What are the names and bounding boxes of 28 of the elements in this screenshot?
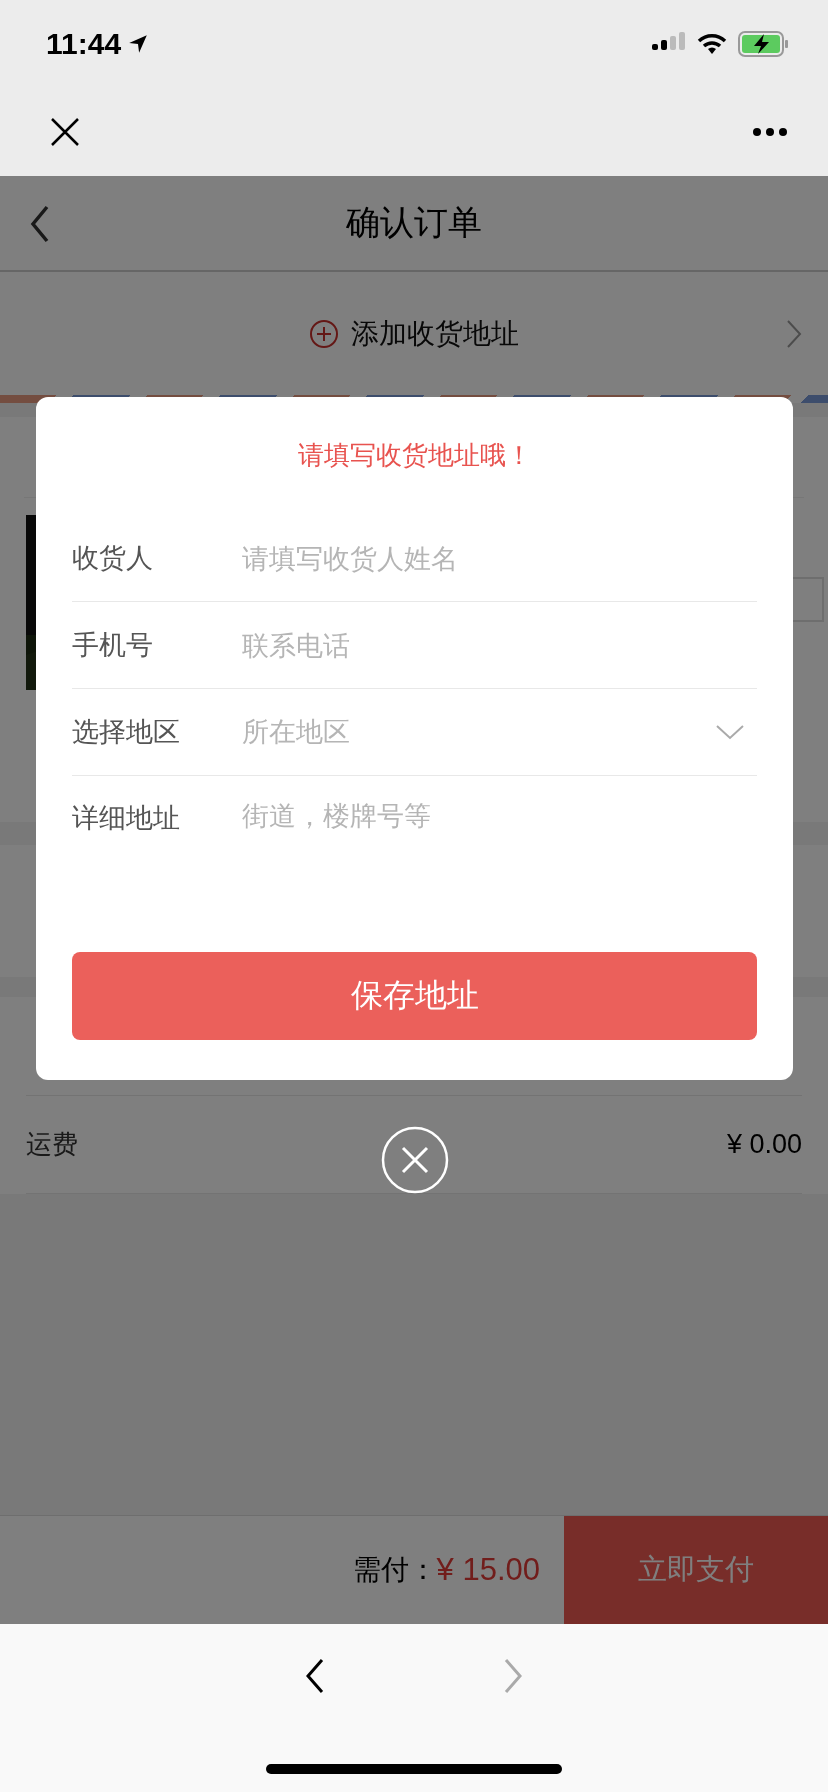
battery-charging-icon [738,31,790,57]
add-address-row[interactable]: 添加收货地址 [0,272,828,395]
location-arrow-icon [127,33,150,55]
clock-time: 11:44 [46,27,122,61]
back-icon[interactable] [305,1658,325,1694]
page-title: 确认订单 [346,201,482,244]
chevron-down-icon [715,724,745,740]
region-select[interactable]: 所在地区 [242,707,757,757]
close-icon[interactable] [50,117,80,147]
more-icon[interactable] [752,127,788,137]
field-label: 手机号 [72,628,154,662]
field-label: 选择地区 [72,715,181,749]
input-field[interactable]: 请填写收货人姓名 [242,542,757,574]
add-circle-icon [309,318,339,349]
input-field[interactable]: 街道，楼牌号等 [242,800,757,831]
input-field[interactable]: 联系电话 [242,629,757,661]
dialog-title: 请填写收货地址哦！ [296,439,533,472]
row-label: 运费 [26,1128,78,1161]
add-address-label: 添加收货地址 [351,315,519,352]
field-label: 收货人 [72,541,154,575]
chevron-right-icon [786,318,802,349]
wifi-icon [696,32,728,56]
save-address-button[interactable]: 保存地址 [72,952,757,1040]
row-value: ¥ 0.00 [726,1129,802,1160]
field-label: 详细地址 [72,801,181,835]
amount-due: ¥ 15.00 [436,1552,540,1588]
pay-button[interactable]: 立即支付 [564,1516,828,1624]
amount-label: 需付： [352,1552,437,1588]
